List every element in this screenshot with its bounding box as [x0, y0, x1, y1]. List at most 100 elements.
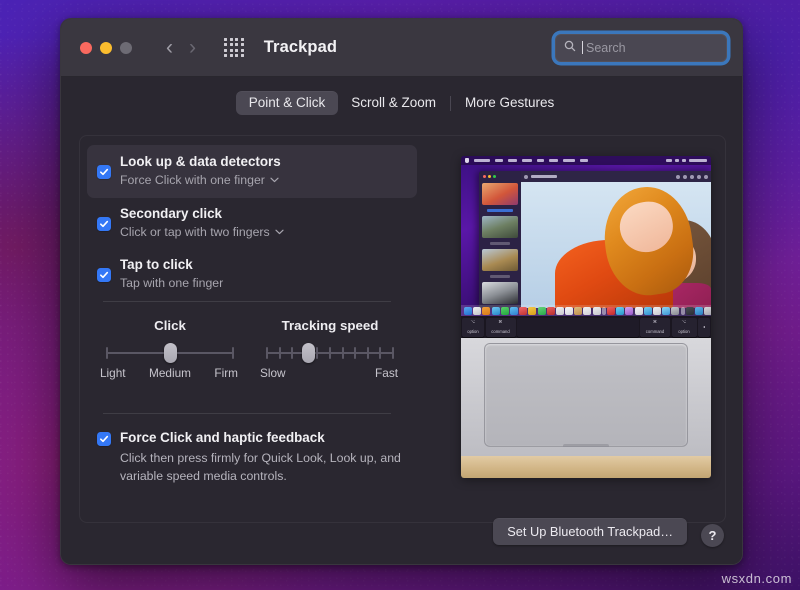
macbook-screen: [461, 156, 711, 316]
click-slider-track[interactable]: [106, 346, 234, 360]
dock-icon-launchpad: [473, 307, 481, 315]
dock-icon-tv: [565, 307, 573, 315]
photo-of-two-women: [521, 182, 711, 308]
settings-panel: Look up & data detectors Force Click wit…: [79, 135, 726, 523]
option-label: option: [678, 330, 689, 334]
click-slider-labels: Light Medium Firm: [106, 366, 234, 382]
checkbox-look-up[interactable]: [97, 165, 111, 179]
dock-icon-keynote: [593, 307, 601, 315]
chevron-down-icon[interactable]: [275, 228, 284, 238]
macbook-palm-rest: [461, 338, 711, 456]
navigation-arrows: ‹ ›: [166, 37, 196, 58]
page-title: Trackpad: [264, 38, 337, 57]
checkbox-tap-to-click[interactable]: [97, 268, 111, 282]
dock-icon-notes: [635, 307, 643, 315]
search-field[interactable]: Search: [555, 34, 727, 62]
share-icon: [704, 175, 708, 179]
tracking-speed-label: Tracking speed: [282, 318, 379, 333]
dock-icon-podcasts: [556, 307, 564, 315]
trackpad-preferences-window: ‹ › Trackpad Search Point & Click Scrol: [60, 18, 743, 565]
close-button[interactable]: [80, 42, 92, 54]
dock-icon-downloads: [695, 307, 703, 315]
option-glyph: ⌥: [682, 320, 687, 324]
menu-item: [580, 159, 588, 162]
photo-caption: [482, 242, 518, 246]
dock-icon-messages: [538, 307, 546, 315]
favorite-icon: [683, 175, 687, 179]
click-slider-thumb[interactable]: [164, 343, 177, 363]
photo-caption: [482, 275, 518, 279]
option-row-secondary-click[interactable]: Secondary click Click or tap with two fi…: [87, 198, 417, 248]
clock: [689, 159, 707, 162]
tracking-speed-track[interactable]: [266, 346, 394, 360]
chevron-down-icon[interactable]: [270, 176, 279, 186]
options-column: Look up & data detectors Force Click wit…: [87, 145, 417, 299]
photo-thumbnail: [482, 216, 518, 238]
key-spacebar: [517, 318, 639, 337]
photos-title: [531, 175, 557, 178]
dock-icon-calendar: [653, 307, 661, 315]
checkbox-force-click[interactable]: [97, 432, 111, 446]
click-slider-label: Click: [154, 318, 186, 333]
back-arrow-icon[interactable]: ‹: [166, 37, 173, 58]
tracking-speed-thumb[interactable]: [302, 343, 315, 363]
search-caret: [582, 41, 583, 54]
dock-icon-photos: [528, 307, 536, 315]
command-label: command: [491, 330, 509, 334]
set-up-bluetooth-trackpad-button[interactable]: Set Up Bluetooth Trackpad…: [493, 518, 687, 545]
tab-point-and-click[interactable]: Point & Click: [236, 91, 339, 115]
minimize-button[interactable]: [100, 42, 112, 54]
photos-sidebar: [479, 171, 521, 308]
photos-main-view: [521, 171, 711, 308]
desk-surface: [461, 456, 711, 478]
dock-separator: [602, 307, 606, 315]
photos-toolbar: [521, 171, 711, 182]
divider-top: [103, 301, 391, 302]
click-slider-cap-left: [106, 347, 108, 359]
option-title: Secondary click: [120, 205, 284, 223]
checkbox-secondary-click[interactable]: [97, 217, 111, 231]
dock-icon-news: [574, 307, 582, 315]
wifi-icon: [675, 159, 679, 162]
force-click-header[interactable]: Force Click and haptic feedback: [97, 429, 407, 446]
photos-app-window: [479, 171, 711, 308]
option-row-look-up[interactable]: Look up & data detectors Force Click wit…: [87, 145, 417, 198]
photo-caption-selected: [482, 209, 518, 213]
force-click-description: Click then press firmly for Quick Look, …: [120, 450, 407, 486]
window-titlebar: ‹ › Trackpad Search: [61, 19, 742, 77]
watermark: wsxdn.com: [722, 571, 792, 586]
tracking-speed-labels: Slow Fast: [266, 366, 394, 382]
option-texts: Secondary click Click or tap with two fi…: [120, 205, 284, 241]
option-subtitle-row[interactable]: Click or tap with two fingers: [120, 224, 284, 241]
menu-item: [495, 159, 503, 162]
tab-more-gestures[interactable]: More Gestures: [452, 91, 567, 115]
dock-icon-music: [547, 307, 555, 315]
photo-thumbnail: [482, 249, 518, 271]
option-title: Look up & data detectors: [120, 153, 281, 171]
force-click-block: Force Click and haptic feedback Click th…: [97, 429, 407, 486]
dock-icon-maps: [519, 307, 527, 315]
command-label: command: [646, 330, 664, 334]
menu-item: [563, 159, 575, 162]
window-body: Point & Click Scroll & Zoom More Gesture…: [61, 77, 742, 565]
tab-scroll-and-zoom[interactable]: Scroll & Zoom: [338, 91, 449, 115]
dock-icon-appstore: [607, 307, 615, 315]
option-subtitle: Force Click with one finger: [120, 172, 265, 189]
help-button[interactable]: ?: [701, 524, 724, 547]
forward-arrow-icon[interactable]: ›: [189, 37, 196, 58]
key-command-right: ⌘ command: [640, 318, 670, 337]
menu-item: [537, 159, 544, 162]
search-icon: [564, 39, 576, 57]
apps-grid-icon[interactable]: [224, 38, 244, 58]
macbook-keyboard-row: ⌥ option ⌘ command ⌘ command ⌥ option: [461, 316, 711, 338]
window-footer: Set Up Bluetooth Trackpad… ?: [61, 506, 742, 565]
photos-traffic-lights: [482, 174, 518, 180]
macos-dock: [461, 305, 711, 316]
info-icon: [676, 175, 680, 179]
option-subtitle-row: Tap with one finger: [120, 275, 223, 292]
option-row-tap-to-click[interactable]: Tap to click Tap with one finger: [87, 249, 417, 299]
option-subtitle-row[interactable]: Force Click with one finger: [120, 172, 281, 189]
dock-icon-finder: [464, 307, 472, 315]
command-glyph: ⌘: [653, 320, 657, 324]
zoom-button[interactable]: [120, 42, 132, 54]
